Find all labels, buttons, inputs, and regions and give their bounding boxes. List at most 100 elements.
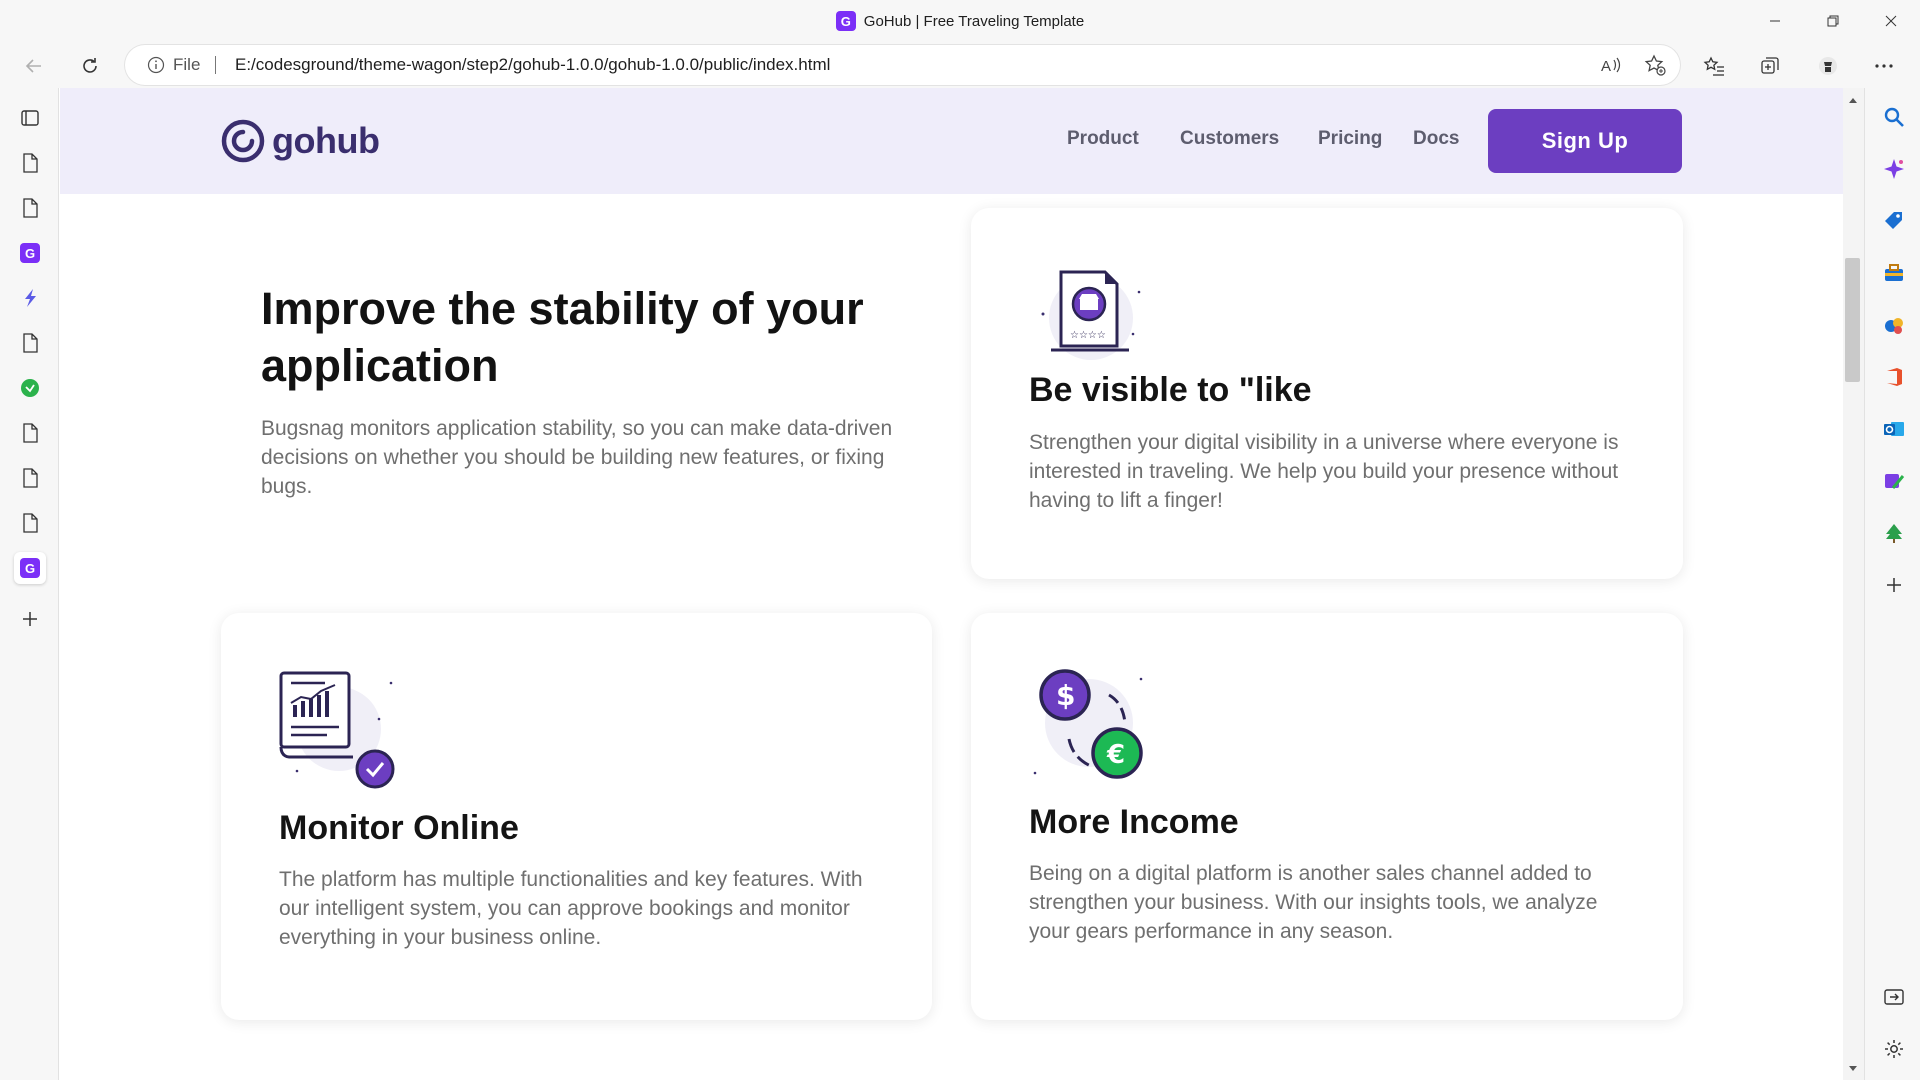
gohub-favicon-icon: G <box>20 558 40 578</box>
designer-icon <box>1885 474 1905 489</box>
gohub-logo-icon <box>221 119 265 163</box>
read-aloud-icon[interactable]: A <box>1600 55 1622 75</box>
tab-gohub-active[interactable]: G <box>14 552 46 584</box>
tab-page-2[interactable] <box>14 192 46 224</box>
restore-icon <box>1827 15 1839 27</box>
new-tab-button[interactable] <box>14 603 46 635</box>
tab-stripe[interactable] <box>14 282 46 314</box>
scroll-up-button[interactable] <box>1846 93 1860 107</box>
more-menu-button[interactable] <box>1866 48 1902 84</box>
outlook-icon <box>1884 422 1904 436</box>
intro-title: Improve the stability of your applicatio… <box>261 283 864 391</box>
address-bar[interactable]: File E:/codesground/theme-wagon/step2/go… <box>125 45 1680 85</box>
card-title: More Income <box>1029 803 1239 841</box>
vertical-tab-strip: G G <box>0 88 59 1080</box>
favorites-list-icon <box>1703 56 1724 76</box>
sidebar-add[interactable] <box>1881 572 1907 598</box>
window-controls <box>1746 0 1920 42</box>
sidebar-tree[interactable] <box>1881 520 1907 546</box>
nav-docs[interactable]: Docs <box>1413 128 1459 150</box>
card-body: The platform has multiple functionalitie… <box>279 868 863 949</box>
favorites-button[interactable] <box>1696 48 1732 84</box>
gear-icon <box>1885 1040 1903 1058</box>
tag-icon <box>1885 212 1902 229</box>
sidebar-shopping[interactable] <box>1881 208 1907 234</box>
scroll-thumb[interactable] <box>1845 258 1860 382</box>
url-text[interactable]: E:/codesground/theme-wagon/step2/gohub-1… <box>235 45 830 85</box>
feature-card-visibility: ☆☆☆☆ Be visible to "like Strengthen your… <box>971 208 1683 579</box>
scheme-label: File <box>173 55 201 74</box>
nav-customers[interactable]: Customers <box>1180 128 1279 150</box>
sidebar-tools[interactable] <box>1881 260 1907 286</box>
intro-body: Bugsnag monitors application stability, … <box>261 417 893 498</box>
card-body: Strengthen your digital visibility in a … <box>1029 431 1619 512</box>
storefront-document-icon: ☆☆☆☆ <box>1041 270 1141 360</box>
page-viewport: gohub Product Customers Pricing Docs Sig… <box>60 88 1843 1080</box>
tab-page-3[interactable] <box>14 327 46 359</box>
intro-section: Improve the stability of your applicatio… <box>261 280 921 501</box>
scroll-down-button[interactable] <box>1846 1062 1860 1076</box>
collections-button[interactable] <box>1752 48 1788 84</box>
report-chart-icon <box>279 671 395 789</box>
sidebar-office[interactable] <box>1881 364 1907 390</box>
address-bar-actions: A <box>1600 45 1666 85</box>
plus-icon <box>23 612 37 626</box>
sidebar-games[interactable] <box>1881 312 1907 338</box>
tab-page-4[interactable] <box>14 417 46 449</box>
restore-button[interactable] <box>1804 0 1862 42</box>
extension-button[interactable] <box>1810 48 1846 84</box>
minimize-button[interactable] <box>1746 0 1804 42</box>
more-options-icon <box>1875 64 1893 68</box>
tab-gohub-1[interactable]: G <box>14 237 46 269</box>
arrow-left-icon <box>25 59 41 73</box>
caret-down-icon <box>1849 1066 1857 1071</box>
tab-page-6[interactable] <box>14 507 46 539</box>
sign-up-button[interactable]: Sign Up <box>1488 109 1682 173</box>
games-icon <box>1885 318 1903 334</box>
sidebar-settings[interactable] <box>1881 1036 1907 1062</box>
site-logo[interactable]: gohub <box>220 118 380 164</box>
tab-page-5[interactable] <box>14 462 46 494</box>
sidebar-outlook[interactable] <box>1881 416 1907 442</box>
edge-sidebar <box>1864 88 1920 1080</box>
tab-green-app[interactable] <box>14 372 46 404</box>
tab-page-1[interactable] <box>14 147 46 179</box>
svg-text:A: A <box>1601 58 1611 75</box>
collections-icon <box>1761 57 1779 74</box>
browser-toolbar: File E:/codesground/theme-wagon/step2/go… <box>0 42 1920 88</box>
page-scrollbar[interactable] <box>1843 88 1864 1080</box>
logo-text: gohub <box>272 120 380 161</box>
feature-card-income: $ € More Income Being on a digital platf… <box>971 613 1683 1020</box>
close-window-button[interactable] <box>1862 0 1920 42</box>
sidebar-copilot[interactable] <box>1881 156 1907 182</box>
info-icon <box>147 56 165 74</box>
search-icon <box>1884 107 1904 127</box>
site-info-button[interactable]: File <box>147 45 200 85</box>
browser-title-bar: G GoHub | Free Traveling Template <box>0 0 1920 42</box>
caret-up-icon <box>1849 98 1857 103</box>
sidebar-designer[interactable] <box>1881 468 1907 494</box>
refresh-button[interactable] <box>72 48 108 84</box>
card-title: Monitor Online <box>279 809 519 847</box>
currency-exchange-icon: $ € <box>1033 669 1143 779</box>
document-icon <box>23 198 38 218</box>
toolbox-icon <box>1885 264 1903 281</box>
add-favorite-icon[interactable] <box>1644 54 1666 76</box>
extension-icon <box>1819 57 1837 75</box>
back-button[interactable] <box>16 48 52 84</box>
tab-actions-button[interactable] <box>14 102 46 134</box>
tab-actions-icon <box>21 110 39 126</box>
sidebar-collapse[interactable] <box>1881 984 1907 1010</box>
plus-icon <box>1887 578 1901 592</box>
sidebar-search[interactable] <box>1881 104 1907 130</box>
document-icon <box>23 423 38 443</box>
leaf-icon <box>21 379 39 397</box>
document-icon <box>23 153 38 173</box>
tree-icon <box>1886 524 1902 543</box>
site-header: gohub Product Customers Pricing Docs Sig… <box>60 88 1843 194</box>
document-icon <box>23 468 38 488</box>
nav-product[interactable]: Product <box>1067 128 1139 150</box>
nav-pricing[interactable]: Pricing <box>1318 128 1382 150</box>
window-title: G GoHub | Free Traveling Template <box>0 0 1920 42</box>
address-separator <box>215 56 216 74</box>
